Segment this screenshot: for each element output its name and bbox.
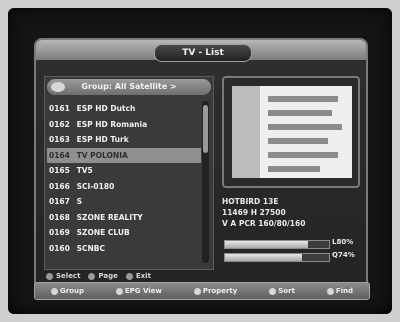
- preview-line: [268, 152, 338, 158]
- scroll-thumb[interactable]: [203, 105, 208, 153]
- exit-key-icon: [125, 272, 133, 280]
- title-bar: TV - List: [36, 40, 366, 62]
- channel-row[interactable]: 0168 SZONE REALITY: [47, 210, 201, 226]
- channel-row[interactable]: 0166 SCI-0180: [47, 179, 201, 195]
- channel-row[interactable]: 0160 SCNBC: [47, 241, 201, 257]
- channel-number: 0168: [49, 212, 70, 222]
- group-function-button[interactable]: Group: [50, 287, 84, 295]
- group-selector[interactable]: Group: All Satellite >: [47, 79, 211, 95]
- preview-line: [268, 138, 328, 144]
- function-key-bar: Group EPG View Property Sort Find: [34, 282, 370, 300]
- channel-info: HOTBIRD 13E 11469 H 27500 V A PCR 160/80…: [222, 196, 360, 229]
- channel-list-panel: Group: All Satellite > 0161 ESP HD Dutch…: [44, 76, 214, 270]
- satellite-icon: [51, 82, 65, 92]
- group-label: Group: All Satellite >: [81, 82, 177, 91]
- signal-quality-label: Q74%: [332, 251, 355, 259]
- channel-number: 0165: [49, 166, 70, 175]
- channel-list: 0161 ESP HD Dutch 0162 ESP HD Romania 01…: [47, 101, 201, 256]
- preview-video: [232, 86, 352, 178]
- channel-name: ESP HD Romania: [76, 119, 148, 129]
- channel-number: 0161: [49, 104, 70, 113]
- channel-number: 0160: [49, 243, 70, 253]
- preview-line: [268, 124, 342, 130]
- legend-exit: Exit: [125, 272, 151, 280]
- channel-name: SCI-0180: [76, 181, 115, 191]
- channel-row[interactable]: 0162 ESP HD Romania: [47, 117, 201, 133]
- signal-quality-meter: [224, 253, 330, 262]
- channel-row[interactable]: 0167 S: [47, 194, 201, 210]
- channel-row[interactable]: 0169 SZONE CLUB: [47, 225, 201, 241]
- channel-number: 0167: [49, 197, 70, 206]
- page-key-icon: [88, 272, 96, 280]
- find-key-icon: [326, 287, 334, 295]
- transponder-info: 11469 H 27500: [222, 208, 286, 217]
- ok-key-icon: [46, 272, 53, 280]
- blue-key-icon: [269, 287, 277, 295]
- channel-preview: [222, 76, 360, 188]
- channel-name: SZONE CLUB: [76, 228, 130, 237]
- channel-name: S: [76, 197, 83, 206]
- legend-select: Select: [46, 272, 80, 280]
- channel-name: TV5: [76, 166, 93, 175]
- channel-row[interactable]: 0161 ESP HD Dutch: [47, 101, 201, 117]
- channel-name: TV POLONIA: [76, 150, 128, 160]
- channel-list-scrollbar[interactable]: [202, 101, 209, 263]
- signal-strength-label: L80%: [332, 238, 354, 246]
- preview-line: [268, 110, 332, 116]
- channel-name: ESP HD Dutch: [76, 104, 136, 113]
- channel-row-selected[interactable]: 0164 TV POLONIA: [47, 147, 201, 163]
- channel-number: 0166: [49, 181, 70, 191]
- channel-name: SZONE REALITY: [76, 212, 143, 222]
- signal-strength-meter: [224, 240, 330, 249]
- channel-number: 0163: [49, 135, 70, 144]
- window-title: TV - List: [154, 44, 252, 62]
- channel-row[interactable]: 0165 TV5: [47, 163, 201, 179]
- key-legend: Select Page Exit: [46, 272, 151, 280]
- yellow-key-icon: [193, 287, 201, 295]
- preview-line: [268, 166, 320, 172]
- find-function-button[interactable]: Find: [326, 287, 353, 295]
- legend-page: Page: [88, 272, 118, 280]
- sort-function-button[interactable]: Sort: [269, 287, 295, 295]
- preview-line: [268, 96, 338, 102]
- channel-number: 0162: [49, 119, 70, 129]
- channel-number: 0169: [49, 228, 70, 237]
- green-key-icon: [115, 287, 123, 295]
- property-function-button[interactable]: Property: [193, 287, 237, 295]
- channel-name: SCNBC: [76, 243, 106, 253]
- tv-list-window: TV - List Group: All Satellite > 0161 ES…: [34, 38, 368, 290]
- epg-view-function-button[interactable]: EPG View: [115, 287, 162, 295]
- channel-row[interactable]: 0163 ESP HD Turk: [47, 132, 201, 148]
- signal-quality-fill: [225, 254, 302, 261]
- signal-strength-fill: [225, 241, 309, 248]
- channel-name: ESP HD Turk: [76, 135, 129, 144]
- red-key-icon: [50, 287, 58, 295]
- preview-sidebar-shape: [232, 86, 260, 178]
- pid-info: V A PCR 160/80/160: [222, 219, 306, 228]
- satellite-name: HOTBIRD 13E: [222, 197, 279, 206]
- channel-number: 0164: [49, 150, 70, 160]
